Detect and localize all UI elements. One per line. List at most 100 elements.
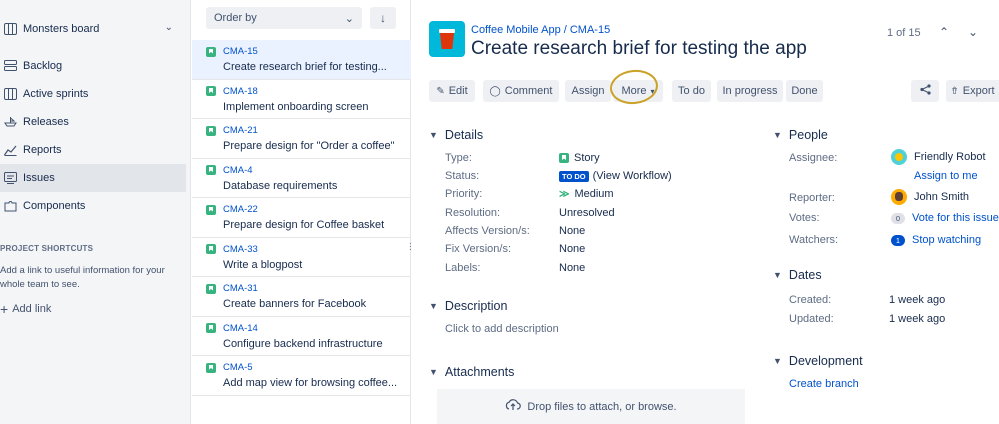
type-text: Story bbox=[574, 152, 600, 164]
chevron-up-icon[interactable]: ⌃ bbox=[939, 25, 949, 39]
list-item[interactable]: CMA-21 Prepare design for "Order a coffe… bbox=[192, 119, 411, 159]
chevron-down-icon[interactable]: ⌄ bbox=[968, 25, 978, 39]
sidebar-item-active-sprints[interactable]: Active sprints bbox=[0, 80, 191, 108]
issue-key: CMA-4 bbox=[223, 164, 253, 176]
create-branch-link[interactable]: Create branch bbox=[789, 378, 859, 390]
sort-direction-button[interactable]: ↓ bbox=[370, 7, 396, 29]
reporter-value[interactable]: John Smith bbox=[891, 189, 969, 205]
dates-section-toggle[interactable]: ▼ Dates bbox=[773, 268, 822, 282]
pager-text: 1 of 15 bbox=[887, 27, 921, 39]
shortcuts-description: Add a link to useful information for you… bbox=[0, 265, 165, 290]
chevron-down-icon: ⌄ bbox=[344, 12, 354, 25]
board-icon bbox=[2, 21, 18, 37]
votes-count-badge: 0 bbox=[891, 212, 905, 224]
cloud-upload-icon bbox=[505, 399, 522, 414]
sidebar-item-label: Issues bbox=[23, 172, 55, 184]
issue-key: CMA-21 bbox=[223, 125, 258, 136]
list-item[interactable]: CMA-31 Create banners for Facebook bbox=[192, 277, 411, 317]
add-link-label: Add link bbox=[12, 303, 52, 315]
priority-value: ≫ Medium bbox=[559, 188, 614, 200]
watchers-count-badge: 1 bbox=[891, 234, 905, 246]
chevron-down-icon: ▼ bbox=[429, 130, 438, 140]
edit-label: Edit bbox=[448, 85, 468, 97]
stop-watching-link[interactable]: Stop watching bbox=[912, 234, 981, 246]
issue-toolbar: ✎ Edit ◯ Comment Assign More ▾ To do In … bbox=[412, 80, 999, 102]
more-button[interactable]: More ▾ bbox=[613, 80, 663, 102]
votes-label: Votes: bbox=[789, 212, 820, 224]
export-button[interactable]: ⇮ Export bbox=[946, 80, 999, 102]
assignee-label: Assignee: bbox=[789, 152, 838, 164]
list-item[interactable]: CMA-18 Implement onboarding screen bbox=[192, 80, 411, 119]
priority-text: Medium bbox=[574, 188, 614, 200]
story-icon bbox=[206, 204, 216, 215]
description-heading: Description bbox=[444, 299, 508, 313]
assign-button[interactable]: Assign bbox=[565, 80, 611, 102]
list-item[interactable]: CMA-14 Configure backend infrastructure bbox=[192, 317, 411, 356]
issue-key: CMA-14 bbox=[223, 322, 258, 334]
chevron-down-icon: ▼ bbox=[429, 367, 438, 377]
sidebar-item-components[interactable]: Components bbox=[0, 192, 191, 220]
board-switcher[interactable]: Monsters board ⌄ bbox=[0, 14, 191, 44]
add-link-button[interactable]: + Add link bbox=[0, 301, 51, 317]
plus-icon: + bbox=[0, 301, 9, 317]
attachments-section-toggle[interactable]: ▼ Attachments bbox=[429, 365, 514, 379]
sidebar-nav: Backlog Active sprints Releases Reports … bbox=[0, 52, 191, 220]
assignee-value[interactable]: Friendly Robot bbox=[891, 149, 986, 165]
resolution-value: Unresolved bbox=[559, 207, 615, 219]
priority-medium-icon: ≫ bbox=[559, 188, 570, 200]
chevron-down-icon: ▼ bbox=[773, 270, 782, 280]
list-item[interactable]: CMA-4 Database requirements bbox=[192, 159, 411, 198]
created-label: Created: bbox=[789, 294, 832, 306]
list-item[interactable]: CMA-22 Prepare design for Coffee basket bbox=[192, 198, 411, 238]
people-section-toggle[interactable]: ▼ People bbox=[773, 128, 828, 142]
issue-list: CMA-15 Create research brief for testing… bbox=[192, 40, 411, 396]
comment-button[interactable]: ◯ Comment bbox=[483, 80, 559, 102]
list-item[interactable]: CMA-33 Write a blogpost bbox=[192, 238, 411, 277]
development-heading: Development bbox=[788, 354, 863, 368]
sidebar-item-releases[interactable]: Releases bbox=[0, 108, 191, 136]
sidebar-item-label: Backlog bbox=[23, 60, 63, 72]
fix-version-value: None bbox=[559, 243, 586, 255]
chevron-down-icon: ⌄ bbox=[164, 22, 173, 33]
description-section-toggle[interactable]: ▼ Description bbox=[429, 299, 507, 313]
sidebar-item-label: Active sprints bbox=[23, 88, 89, 100]
list-item[interactable]: CMA-15 Create research brief for testing… bbox=[192, 40, 411, 80]
chevron-down-icon: ▼ bbox=[429, 301, 438, 311]
updated-label: Updated: bbox=[789, 313, 834, 325]
type-label: Type: bbox=[445, 152, 472, 164]
page-title: Create research brief for testing the ap… bbox=[471, 38, 807, 59]
export-label: Export bbox=[962, 85, 995, 97]
breadcrumb[interactable]: Coffee Mobile App / CMA-15 bbox=[471, 24, 610, 36]
resolution-label: Resolution: bbox=[445, 207, 501, 219]
development-section-toggle[interactable]: ▼ Development bbox=[773, 354, 863, 368]
labels-value: None bbox=[559, 262, 586, 274]
assign-to-me-link[interactable]: Assign to me bbox=[914, 170, 978, 182]
type-value: Story bbox=[559, 152, 600, 164]
issue-key: CMA-33 bbox=[223, 243, 258, 255]
dropzone-text: Drop files to attach, or browse. bbox=[527, 400, 677, 413]
sidebar-item-backlog[interactable]: Backlog bbox=[0, 52, 191, 80]
vote-link[interactable]: Vote for this issue bbox=[912, 212, 999, 224]
edit-button[interactable]: ✎ Edit bbox=[429, 80, 475, 102]
in-progress-button[interactable]: In progress bbox=[717, 80, 783, 102]
to-do-button[interactable]: To do bbox=[672, 80, 711, 102]
attachments-heading: Attachments bbox=[444, 365, 515, 379]
description-field[interactable]: Click to add description bbox=[445, 323, 559, 335]
attachment-dropzone[interactable]: Drop files to attach, or browse. bbox=[437, 389, 745, 424]
order-by-select[interactable]: Order by ⌄ bbox=[206, 7, 362, 29]
sidebar-item-issues[interactable]: Issues bbox=[0, 164, 186, 192]
issue-summary: Create research brief for testing... bbox=[223, 61, 387, 73]
affects-version-label: Affects Version/s: bbox=[445, 225, 530, 237]
in-progress-label: In progress bbox=[722, 85, 778, 97]
avatar bbox=[891, 149, 907, 165]
done-button[interactable]: Done bbox=[786, 80, 823, 102]
share-button[interactable] bbox=[911, 80, 939, 102]
watchers-label: Watchers: bbox=[789, 234, 839, 246]
votes-value: 0 Vote for this issue bbox=[891, 212, 999, 224]
puzzle-icon bbox=[2, 198, 18, 214]
reporter-label: Reporter: bbox=[789, 192, 835, 204]
list-item[interactable]: CMA-5 Add map view for browsing coffee..… bbox=[192, 356, 411, 396]
sidebar-item-reports[interactable]: Reports bbox=[0, 136, 191, 164]
view-workflow-link[interactable]: (View Workflow) bbox=[593, 170, 672, 182]
details-section-toggle[interactable]: ▼ Details bbox=[429, 128, 483, 142]
